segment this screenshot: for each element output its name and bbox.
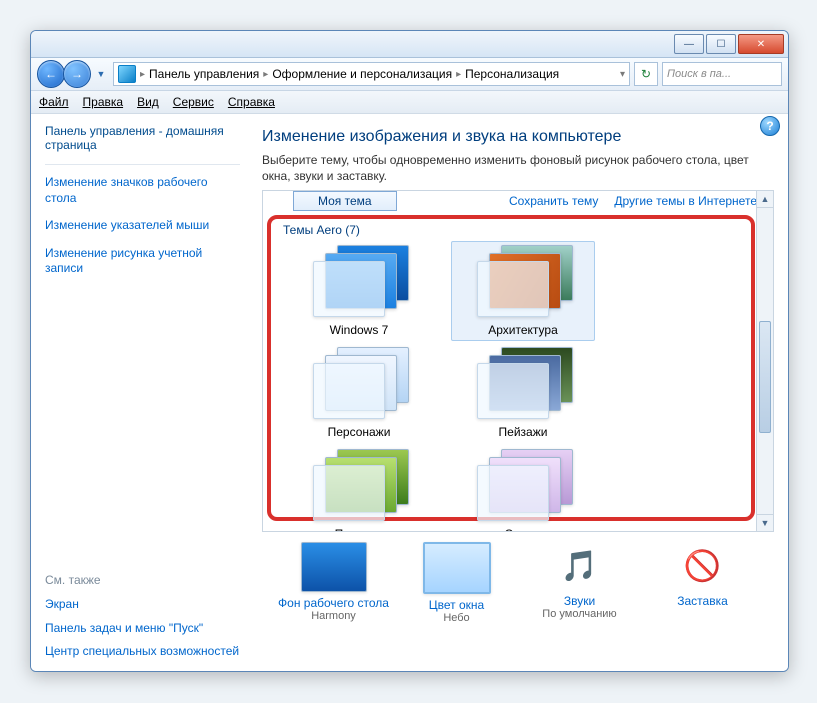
my-theme-badge[interactable]: Моя тема <box>293 191 397 211</box>
menu-tools[interactable]: Сервис <box>173 95 214 109</box>
seealso-link-taskbar[interactable]: Панель задач и меню "Пуск" <box>45 617 240 641</box>
breadcrumb-appearance[interactable]: Оформление и персонализация <box>272 67 452 81</box>
navbar: ← → ▼ ▸ Панель управления ▸ Оформление и… <box>31 58 788 91</box>
sidebar-home-link[interactable]: Панель управления - домашняя страница <box>45 124 240 152</box>
theme-label: Сцены <box>504 527 541 531</box>
see-also-header: См. также <box>45 573 240 587</box>
theme-thumbnail <box>473 245 573 319</box>
option-label: Цвет окна <box>429 598 484 612</box>
minimize-button[interactable]: — <box>674 34 704 54</box>
chevron-right-icon: ▸ <box>456 69 461 80</box>
theme-thumbnail <box>309 245 409 319</box>
theme-thumbnail <box>473 347 573 421</box>
theme-label: Windows 7 <box>330 323 389 337</box>
history-dropdown-icon[interactable]: ▼ <box>93 63 109 85</box>
theme-item[interactable]: Windows 7 <box>287 241 431 341</box>
option-value: По умолчанию <box>542 608 616 620</box>
screensaver-icon: 🚫 <box>671 542 735 590</box>
back-button[interactable]: ← <box>37 60 65 88</box>
themes-grid: Windows 7 Архитектура Персонажи Пейзажи Прир… <box>279 241 743 531</box>
theme-item[interactable]: Архитектура <box>451 241 595 341</box>
theme-item[interactable]: Пейзажи <box>451 343 595 443</box>
sounds-icon: 🎵 <box>548 542 612 590</box>
personalization-window: — ☐ ✕ ← → ▼ ▸ Панель управления ▸ Оформл… <box>30 30 789 672</box>
theme-thumbnail <box>309 347 409 421</box>
forward-button[interactable]: → <box>63 60 91 88</box>
option-value <box>701 608 704 620</box>
search-input[interactable]: Поиск в па... <box>662 62 782 86</box>
bottom-option[interactable]: Цвет окнаНебо <box>397 542 517 624</box>
menu-help[interactable]: Справка <box>228 95 275 109</box>
my-theme-row: Моя тема Сохранить тему Другие темы в Ин… <box>263 191 773 213</box>
scrollbar[interactable]: ▲ ▼ <box>756 191 773 531</box>
seealso-link-display[interactable]: Экран <box>45 593 240 617</box>
chevron-right-icon: ▸ <box>140 69 145 80</box>
maximize-button[interactable]: ☐ <box>706 34 736 54</box>
sidebar-link-mouse-pointers[interactable]: Изменение указателей мыши <box>45 214 240 238</box>
help-icon[interactable]: ? <box>760 116 780 136</box>
theme-label: Персонажи <box>328 425 391 439</box>
address-bar[interactable]: ▸ Панель управления ▸ Оформление и персо… <box>113 62 630 86</box>
option-value: Harmony <box>311 610 356 622</box>
address-dropdown-icon[interactable]: ▾ <box>620 69 625 80</box>
bottom-option[interactable]: 🚫 Заставка <box>643 542 763 620</box>
option-preview-icon <box>301 542 367 592</box>
control-panel-icon <box>118 65 136 83</box>
sidebar: Панель управления - домашняя страница Из… <box>31 114 252 672</box>
aero-themes-group-title: Темы Aero (7) <box>283 223 743 237</box>
bottom-options-row: Фон рабочего столаHarmonyЦвет окнаНебо🎵З… <box>262 532 774 624</box>
scrollbar-down-icon[interactable]: ▼ <box>757 514 773 531</box>
sidebar-link-account-picture[interactable]: Изменение рисунка учетной записи <box>45 242 240 281</box>
theme-label: Архитектура <box>488 323 558 337</box>
breadcrumb-personalization[interactable]: Персонализация <box>465 67 559 81</box>
page-title: Изменение изображения и звука на компьют… <box>262 128 774 146</box>
nav-buttons: ← → <box>37 60 89 88</box>
menu-file[interactable]: Файл <box>39 95 69 109</box>
option-label: Звуки <box>564 594 595 608</box>
menu-view[interactable]: Вид <box>137 95 159 109</box>
other-themes-link[interactable]: Другие темы в Интернете <box>614 194 757 208</box>
sidebar-link-desktop-icons[interactable]: Изменение значков рабочего стола <box>45 171 240 210</box>
option-label: Заставка <box>677 594 728 608</box>
close-button[interactable]: ✕ <box>738 34 784 54</box>
theme-item[interactable]: Природа <box>287 445 431 531</box>
menubar: Файл Правка Вид Сервис Справка <box>31 91 788 114</box>
theme-item[interactable]: Персонажи <box>287 343 431 443</box>
breadcrumb-control-panel[interactable]: Панель управления <box>149 67 259 81</box>
save-theme-link[interactable]: Сохранить тему <box>509 194 598 208</box>
theme-thumbnail <box>473 449 573 523</box>
refresh-button[interactable]: ↻ <box>634 62 658 86</box>
titlebar: — ☐ ✕ <box>31 31 788 58</box>
seealso-link-ease-of-access[interactable]: Центр специальных возможностей <box>45 640 240 664</box>
theme-label: Пейзажи <box>499 425 548 439</box>
option-label: Фон рабочего стола <box>278 596 389 610</box>
aero-themes-highlight: Темы Aero (7) Windows 7 Архитектура Персон… <box>267 215 755 521</box>
see-also-section: См. также Экран Панель задач и меню "Пус… <box>45 493 240 664</box>
theme-thumbnail <box>309 449 409 523</box>
chevron-right-icon: ▸ <box>263 69 268 80</box>
scrollbar-thumb[interactable] <box>759 321 771 433</box>
scrollbar-up-icon[interactable]: ▲ <box>757 191 773 208</box>
theme-item[interactable]: Сцены <box>451 445 595 531</box>
main-panel: ? Изменение изображения и звука на компь… <box>252 114 788 672</box>
bottom-option[interactable]: 🎵 ЗвукиПо умолчанию <box>520 542 640 620</box>
theme-label: Природа <box>335 527 384 531</box>
option-value: Небо <box>443 612 469 624</box>
option-preview-icon <box>423 542 491 594</box>
menu-edit[interactable]: Правка <box>83 95 124 109</box>
bottom-option[interactable]: Фон рабочего столаHarmony <box>274 542 394 622</box>
page-description: Выберите тему, чтобы одновременно измени… <box>262 152 774 184</box>
themes-list-frame: ▲ ▼ Моя тема Сохранить тему Другие темы … <box>262 190 774 532</box>
